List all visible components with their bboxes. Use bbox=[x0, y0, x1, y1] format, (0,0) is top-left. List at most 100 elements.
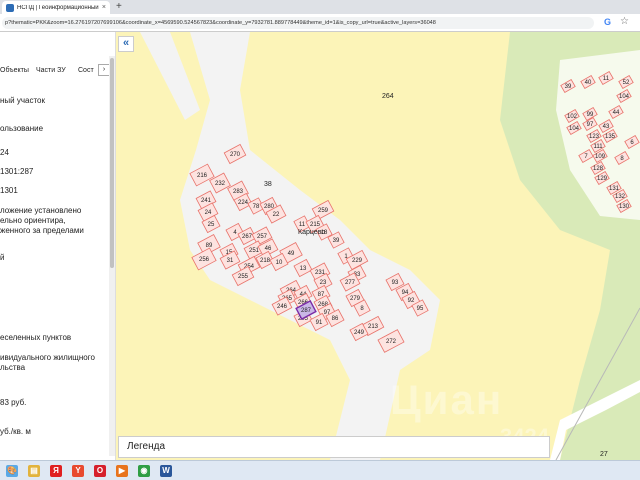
yandex-browser-icon[interactable]: Y bbox=[72, 464, 84, 477]
parcel-label: 78 bbox=[253, 204, 260, 210]
bookmark-star-icon[interactable]: ☆ bbox=[620, 16, 629, 27]
parcel-label: 92 bbox=[408, 298, 415, 304]
browser-tab-bar: НСПД | Геоинформационный × + bbox=[0, 0, 640, 14]
paint-icon[interactable]: 🎨 bbox=[6, 464, 18, 477]
parcel-label: 279 bbox=[350, 296, 361, 302]
collapse-panel-button[interactable]: « bbox=[118, 36, 134, 52]
word-icon[interactable]: W bbox=[160, 464, 172, 477]
address-bar: p?thematic=PKK&zoom=16.276197207699106&c… bbox=[0, 14, 640, 32]
parcel-label: 86 bbox=[332, 316, 339, 322]
parcel-label: 224 bbox=[238, 200, 249, 206]
sidebar-scroll-thumb[interactable] bbox=[110, 58, 114, 268]
cluster-parcel-label: 97 bbox=[587, 122, 594, 128]
info-line: ельно ориентира, bbox=[0, 216, 66, 225]
tab-status[interactable]: Сост bbox=[78, 67, 94, 74]
url-input[interactable]: p?thematic=PKK&zoom=16.276197207699106&c… bbox=[2, 17, 594, 29]
taskbar: 🎨 ▤ Я Y O ▶ ◉ W bbox=[0, 460, 640, 480]
cluster-parcel-label: 102 bbox=[567, 114, 578, 120]
info-line: ользование bbox=[0, 124, 44, 133]
info-line: 1301 bbox=[0, 186, 18, 195]
tab-parts[interactable]: Части ЗУ bbox=[36, 67, 66, 74]
map-view[interactable]: 270 216 232 283 241 224 24 78 280 22 25 259 4 267 11 21… bbox=[116, 32, 640, 460]
cluster-parcel-label: 129 bbox=[597, 176, 608, 182]
info-line: льства bbox=[0, 363, 26, 372]
new-tab-button[interactable]: + bbox=[116, 1, 122, 12]
cluster-parcel-label: 111 bbox=[593, 144, 603, 150]
cluster-parcel-label: 44 bbox=[613, 110, 620, 116]
parcel-label: 13 bbox=[300, 266, 307, 272]
village-label: Карцево bbox=[298, 229, 325, 236]
cluster-parcel-label: 11 bbox=[603, 76, 610, 82]
cluster-parcel-label: 52 bbox=[623, 80, 630, 86]
parcel-label: 249 bbox=[354, 330, 365, 336]
parcel-label: 241 bbox=[201, 198, 212, 204]
parcel-label: 10 bbox=[276, 260, 283, 266]
parcel-label: 270 bbox=[230, 152, 241, 158]
parcel-label: 218 bbox=[260, 258, 271, 264]
parcel-label: 277 bbox=[345, 280, 356, 286]
legend-panel[interactable]: Легенда bbox=[118, 436, 550, 458]
site-favicon-icon bbox=[6, 3, 14, 12]
parcel-label: 255 bbox=[238, 274, 249, 280]
parcel-label: 11 bbox=[299, 222, 306, 228]
parcel-label: 257 bbox=[257, 234, 268, 240]
map-canvas[interactable]: 270216232283241 2242478 2802225259426711 21… bbox=[116, 32, 640, 460]
cluster-parcel-label: 123 bbox=[589, 134, 600, 140]
parcel-label: 251 bbox=[249, 248, 260, 254]
parcel-label: 31 bbox=[227, 258, 234, 264]
parcel-label: 259 bbox=[318, 208, 329, 214]
media-icon[interactable]: ▶ bbox=[116, 464, 128, 477]
info-line: 83 руб. bbox=[0, 398, 27, 407]
info-line: женного за пределами bbox=[0, 226, 84, 235]
cluster-parcel-label: 104 bbox=[619, 94, 630, 100]
parcel-label: 283 bbox=[233, 189, 244, 195]
tab-objects[interactable]: Объекты bbox=[0, 67, 29, 74]
google-icon[interactable]: G bbox=[604, 17, 611, 27]
info-line: еселенных пунктов bbox=[0, 333, 72, 342]
tab-close-icon[interactable]: × bbox=[102, 4, 106, 11]
cluster-parcel-label: 130 bbox=[619, 204, 630, 210]
info-line: й bbox=[0, 253, 5, 262]
cluster-parcel-label: 131 bbox=[609, 186, 620, 192]
info-line: ный участок bbox=[0, 96, 45, 105]
parcel-label: 256 bbox=[199, 257, 210, 263]
cluster-parcel-label: 104 bbox=[569, 126, 580, 132]
cluster-parcel-label: 109 bbox=[595, 154, 606, 160]
parcel-label: 22 bbox=[273, 212, 280, 218]
files-icon[interactable]: ▤ bbox=[28, 464, 40, 477]
chrome-icon[interactable]: ◉ bbox=[138, 464, 150, 477]
parcel-label: 267 bbox=[242, 234, 253, 240]
parcel-label: 23 bbox=[320, 280, 327, 286]
info-line: ложение установлено bbox=[0, 206, 82, 215]
parcel-label: 213 bbox=[368, 324, 379, 330]
parcel-label: 93 bbox=[392, 280, 399, 286]
info-line: ивидуального жилищного bbox=[0, 353, 95, 362]
parcel-label: 24 bbox=[205, 210, 212, 216]
info-line: 24 bbox=[0, 148, 9, 157]
parcel-label: 232 bbox=[215, 181, 226, 187]
region-label-38: 38 bbox=[264, 181, 272, 188]
tab-title: НСПД | Геоинформационный bbox=[17, 4, 99, 11]
cluster-parcel-label: 132 bbox=[615, 194, 626, 200]
yandex-icon[interactable]: Я bbox=[50, 464, 62, 477]
parcel-selected-label: 287 bbox=[301, 308, 312, 314]
opera-icon[interactable]: O bbox=[94, 464, 106, 477]
tab-nspd[interactable]: НСПД | Геоинформационный × bbox=[2, 1, 110, 14]
cluster-parcel-label: 135 bbox=[605, 134, 616, 140]
region-label-264: 264 bbox=[382, 93, 394, 100]
cluster-parcel-label: 128 bbox=[593, 166, 604, 172]
watermark-text: Циан bbox=[390, 376, 504, 423]
parcel-label: 229 bbox=[352, 258, 363, 264]
region-label-27: 27 bbox=[600, 451, 608, 458]
parcel-label: 215 bbox=[310, 222, 321, 228]
parcel-label: 39 bbox=[333, 238, 340, 244]
info-line: уб./кв. м bbox=[0, 427, 31, 436]
parcel-label: 272 bbox=[386, 339, 397, 345]
parcel-label: 91 bbox=[316, 320, 323, 326]
cluster-parcel-label: 99 bbox=[587, 112, 594, 118]
cluster-parcel-label: 40 bbox=[585, 80, 592, 86]
parcel-label: 246 bbox=[277, 304, 288, 310]
parcel-label: 216 bbox=[197, 173, 208, 179]
parcel-label: 49 bbox=[288, 251, 295, 257]
cluster-parcel-label: 43 bbox=[603, 124, 610, 130]
